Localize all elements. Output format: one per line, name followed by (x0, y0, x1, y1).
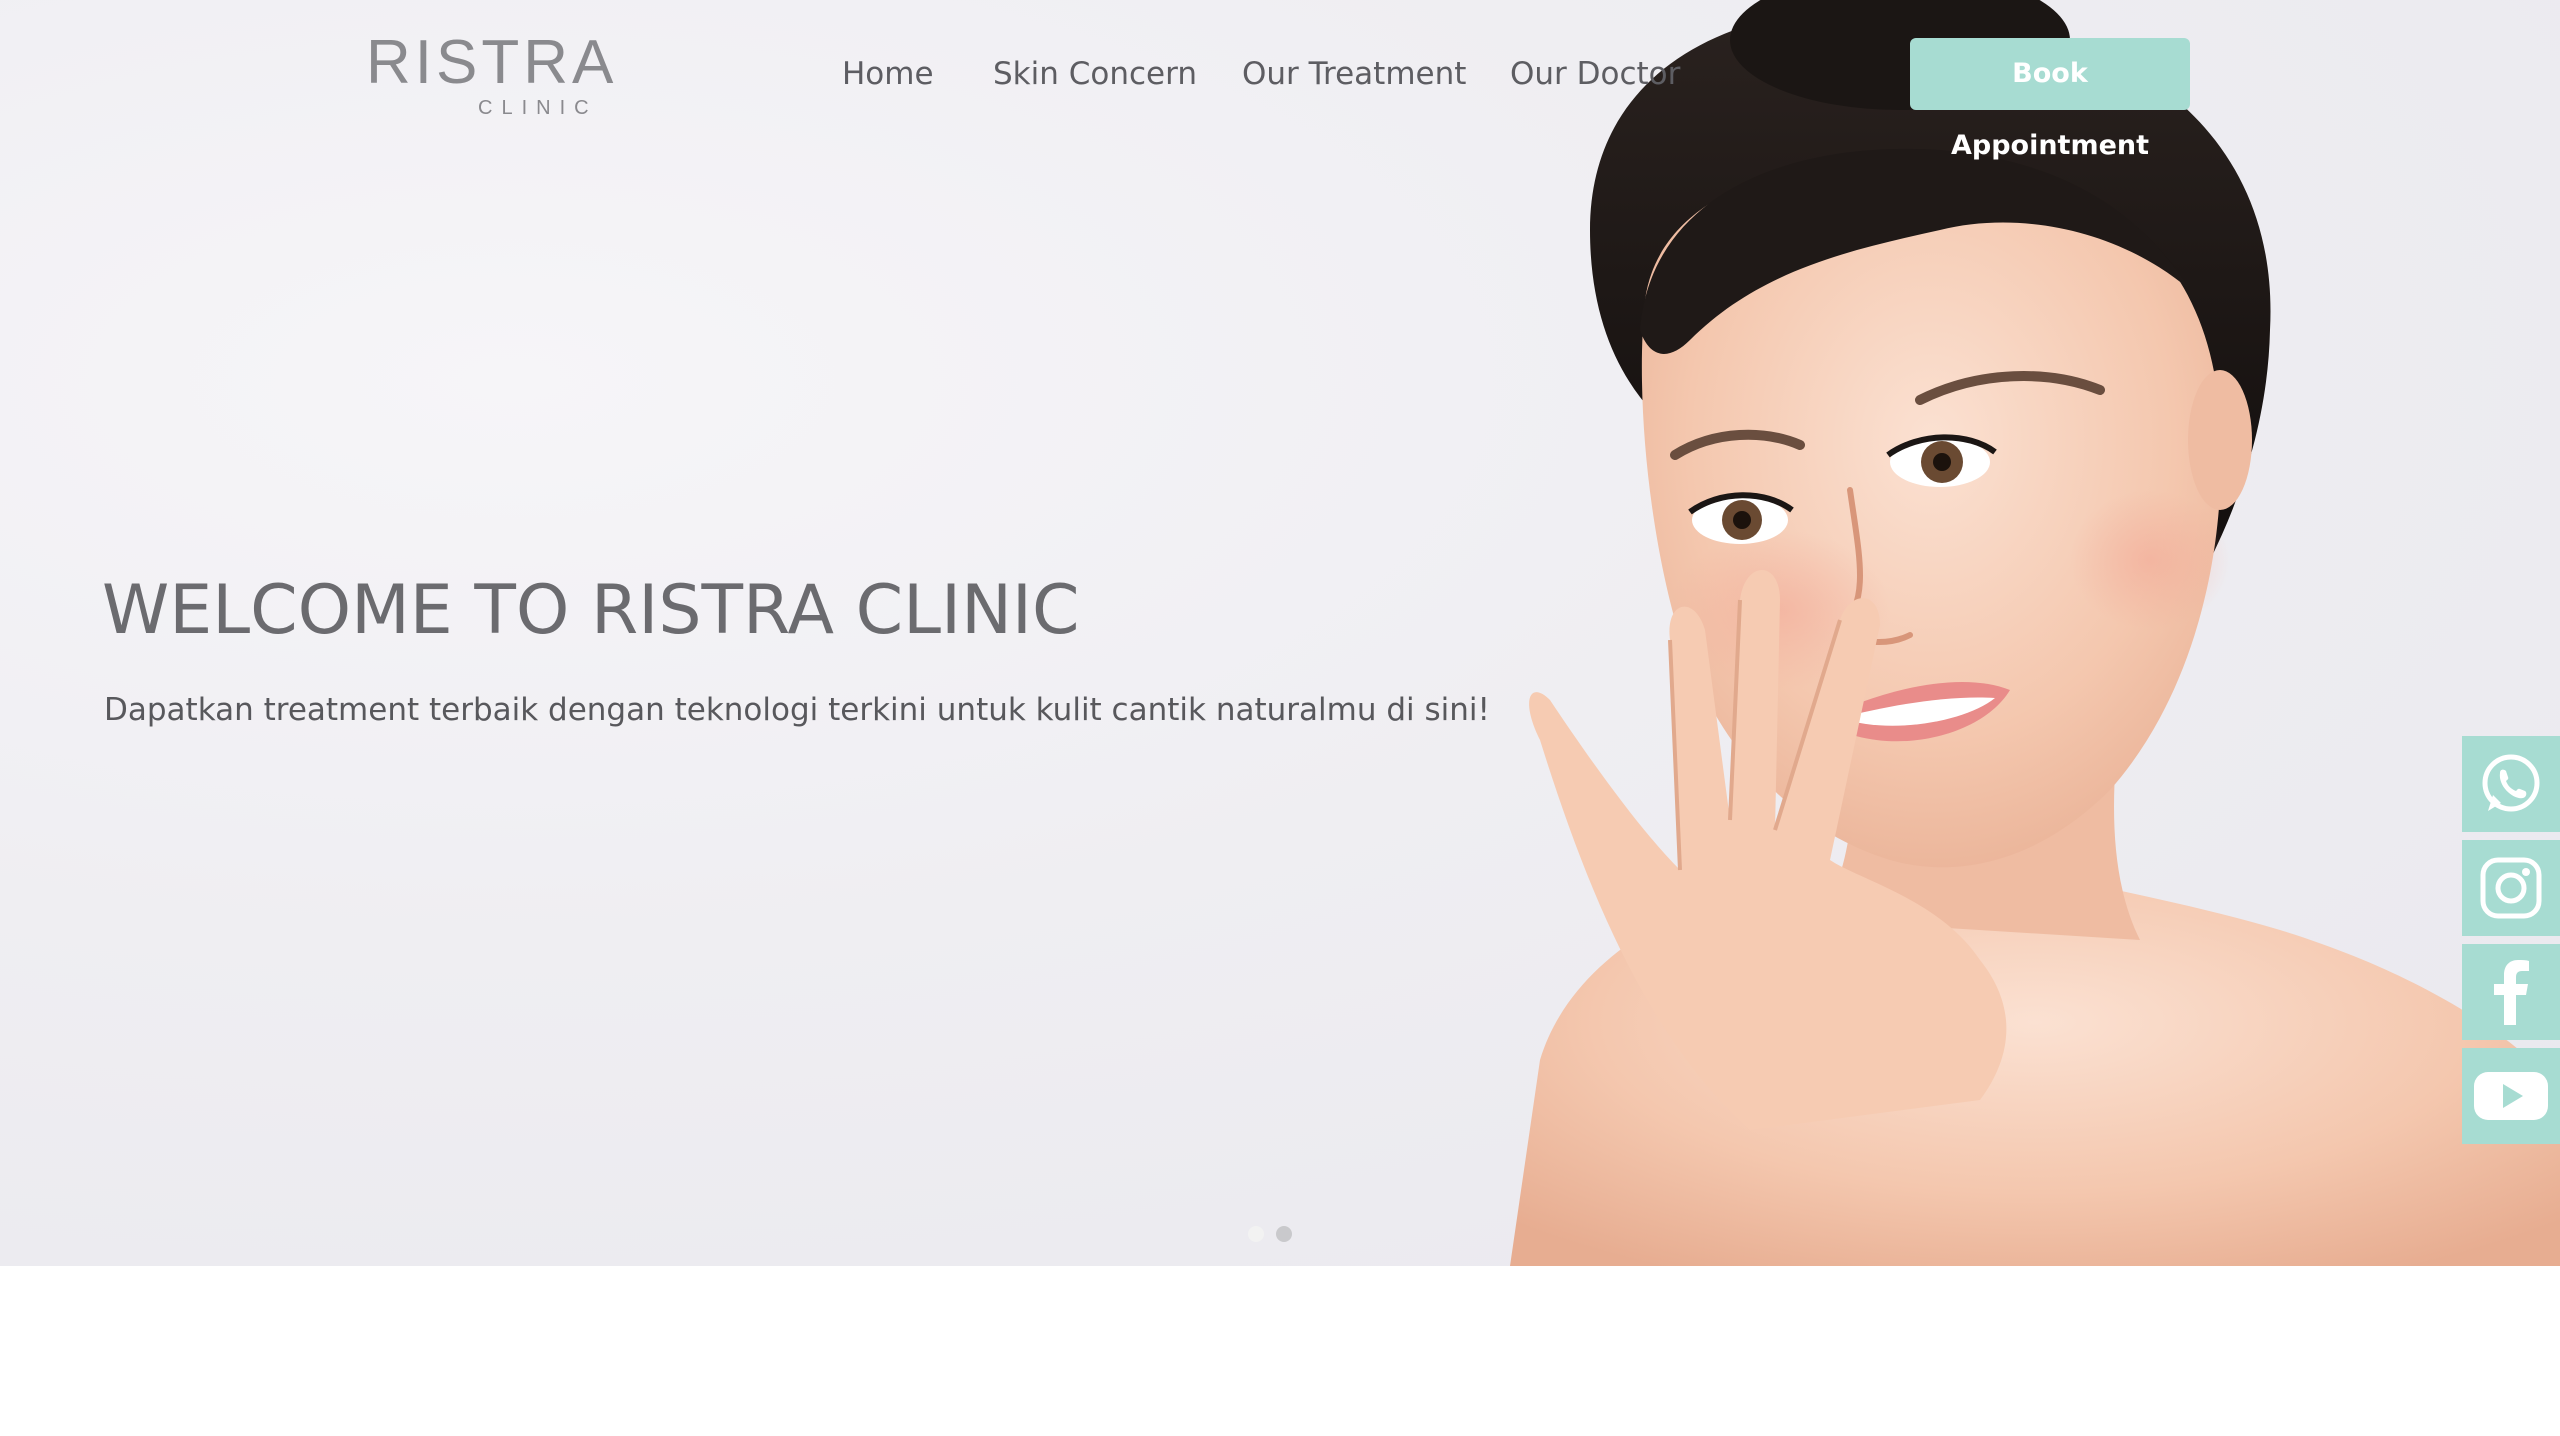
instagram-button[interactable] (2462, 840, 2560, 936)
brand-logo-name: RISTRA (366, 28, 618, 97)
instagram-icon (2480, 857, 2542, 919)
facebook-button[interactable] (2462, 944, 2560, 1040)
hero-portrait-image (1510, 0, 2560, 1266)
nav-item-our-doctor[interactable]: Our Doctor (1510, 52, 1680, 96)
slider-dots (1248, 1226, 1298, 1246)
whatsapp-button[interactable] (2462, 736, 2560, 832)
youtube-button[interactable] (2462, 1048, 2560, 1144)
hero-subtitle: Dapatkan treatment terbaik dengan teknol… (104, 692, 1490, 728)
facebook-icon (2494, 960, 2529, 1025)
slider-dot-2[interactable] (1276, 1226, 1292, 1242)
nav-item-home[interactable]: Home (842, 52, 934, 96)
brand-logo-sub: CLINIC (478, 97, 598, 119)
slider-dot-1[interactable] (1248, 1226, 1264, 1242)
youtube-icon (2474, 1072, 2548, 1120)
nav-item-our-treatment[interactable]: Our Treatment (1242, 52, 1466, 96)
hero-title: WELCOME TO RISTRA CLINIC (102, 571, 1080, 650)
book-appointment-button[interactable]: Book Appointment (1910, 38, 2190, 161)
whatsapp-icon (2482, 754, 2540, 812)
nav-item-skin-concern[interactable]: Skin Concern (993, 52, 1197, 96)
brand-logo[interactable]: RISTRA CLINIC (366, 32, 613, 122)
hero-banner: RISTRA CLINIC Home Skin Concern Our Trea… (0, 0, 2560, 1266)
